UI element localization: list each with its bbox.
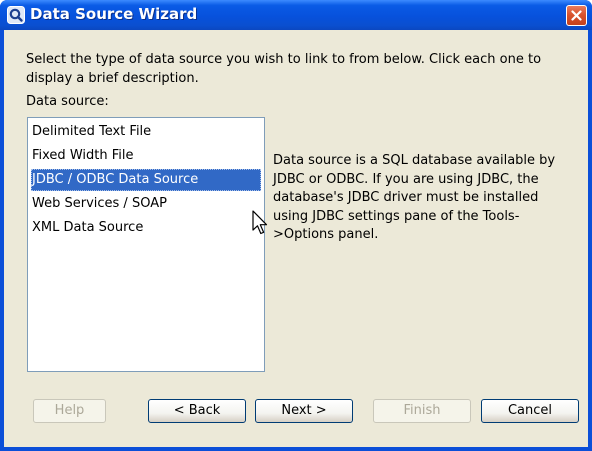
- list-item-jdbc-odbc-data-source[interactable]: JDBC / ODBC Data Source: [31, 169, 261, 191]
- title-bar[interactable]: Data Source Wizard: [0, 0, 592, 30]
- instructions-text: Select the type of data source you wish …: [26, 52, 542, 86]
- close-icon: [571, 10, 582, 21]
- list-item-xml-data-source[interactable]: XML Data Source: [31, 217, 261, 239]
- finish-button[interactable]: Finish: [373, 399, 471, 423]
- data-source-list[interactable]: Delimited Text File Fixed Width File JDB…: [27, 117, 265, 372]
- close-button[interactable]: [566, 5, 587, 26]
- next-button[interactable]: Next >: [255, 399, 353, 423]
- back-button[interactable]: < Back: [148, 399, 246, 423]
- data-source-label: Data source:: [26, 94, 109, 109]
- list-item-fixed-width-file[interactable]: Fixed Width File: [31, 145, 261, 167]
- mouse-pointer-icon: [252, 210, 268, 235]
- list-item-web-services-soap[interactable]: Web Services / SOAP: [31, 193, 261, 215]
- help-button[interactable]: Help: [33, 399, 106, 423]
- cancel-button[interactable]: Cancel: [481, 399, 579, 423]
- list-item-delimited-text-file[interactable]: Delimited Text File: [31, 121, 261, 143]
- data-source-description: Data source is a SQL database available …: [273, 153, 556, 242]
- wizard-app-icon: [7, 6, 25, 24]
- window-title: Data Source Wizard: [30, 5, 198, 23]
